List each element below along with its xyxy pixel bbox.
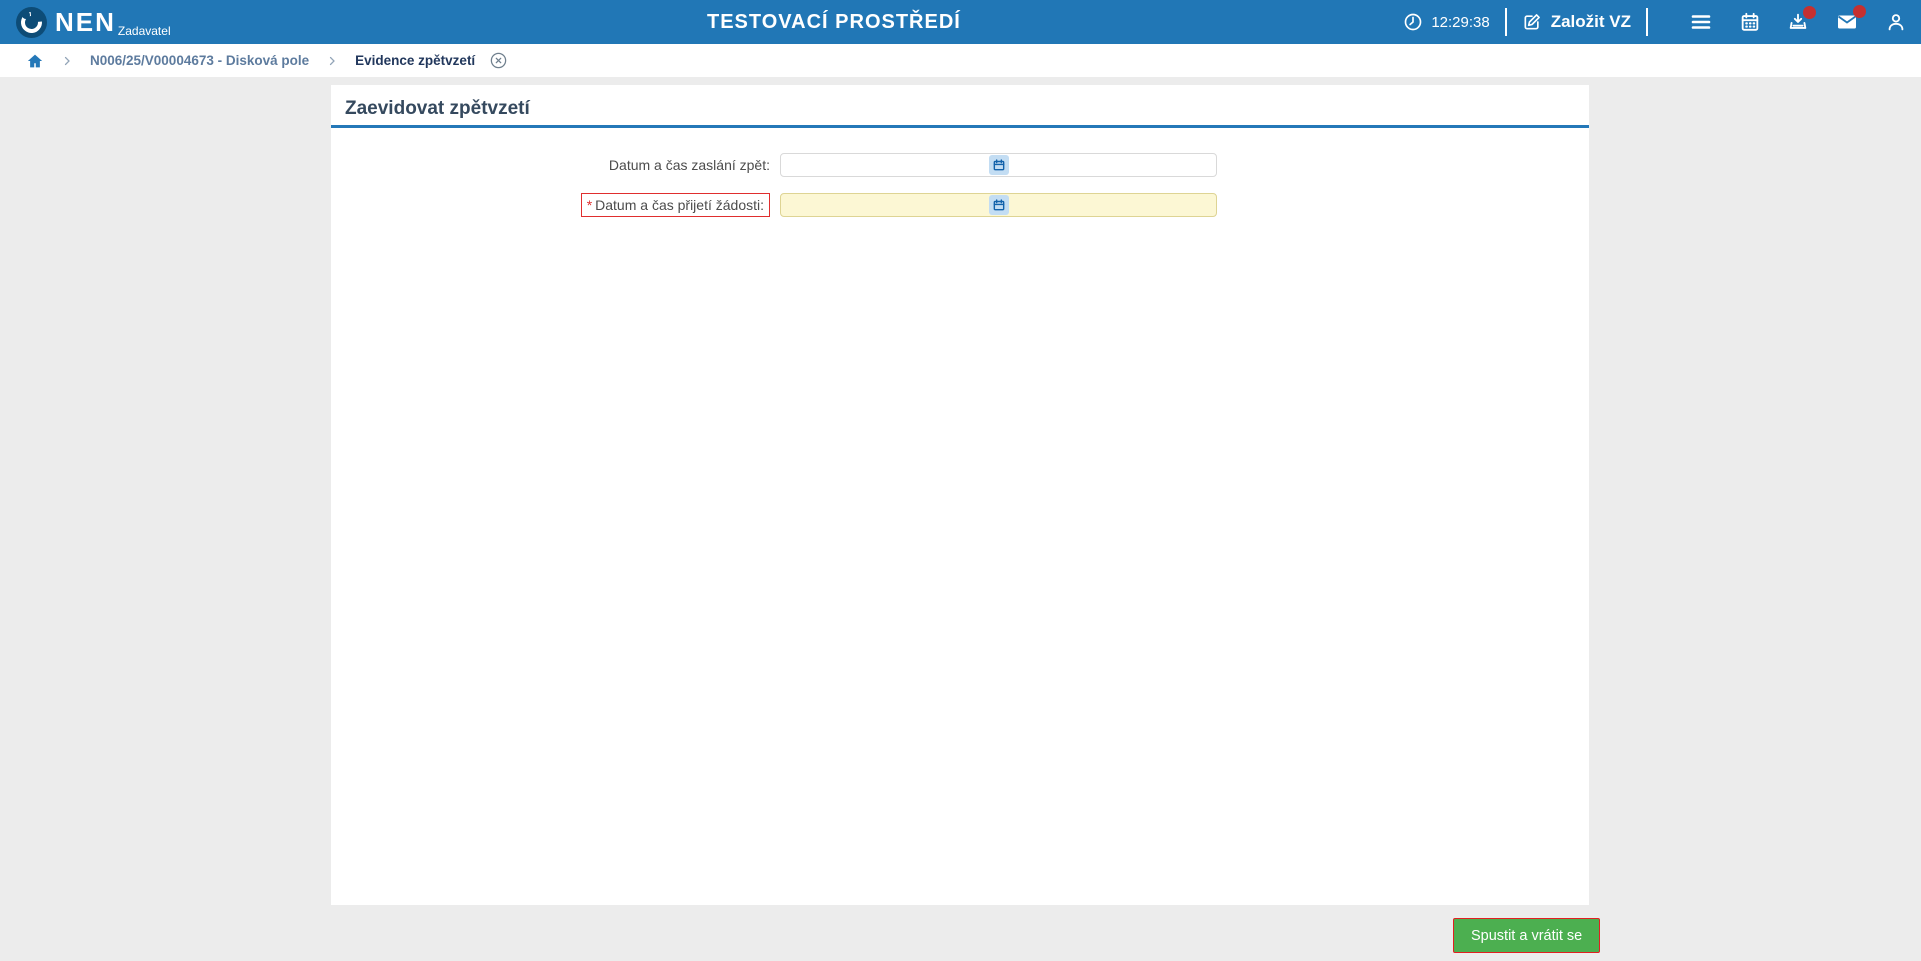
clock-icon — [1403, 12, 1423, 32]
page-title: Zaevidovat zpětvzetí — [345, 98, 530, 119]
brand-name: NEN — [55, 7, 116, 37]
form-row-zaslani: Datum a čas zaslání zpět: — [331, 153, 1217, 177]
required-marker: * — [586, 197, 593, 213]
notification-badge — [1803, 6, 1816, 19]
field-label-zaslani: Datum a čas zaslání zpět: — [608, 157, 770, 173]
run-and-return-button[interactable]: Spustit a vrátit se — [1453, 918, 1601, 953]
create-vz-label: Založit VZ — [1550, 12, 1631, 31]
session-clock: 12:29:38 — [1403, 12, 1490, 32]
downloads-button[interactable] — [1787, 6, 1816, 33]
menu-button[interactable] — [1689, 10, 1713, 34]
form-panel: Zaevidovat zpětvzetí Datum a čas zaslání… — [331, 85, 1589, 905]
breadcrumb-item-current: Evidence zpětvzetí — [355, 53, 476, 68]
notification-badge — [1853, 5, 1866, 18]
mail-button[interactable] — [1835, 5, 1866, 34]
heading-rule — [331, 125, 1589, 128]
chevron-right-icon — [326, 55, 338, 67]
close-tab-button[interactable] — [489, 51, 508, 70]
calendar-picker-button[interactable] — [988, 155, 1009, 175]
calendar-picker-button[interactable] — [988, 195, 1009, 215]
form-row-prijeti: * Datum a čas přijetí žádosti: — [331, 193, 1217, 217]
field-label-prijeti: Datum a čas přijetí žádosti: — [595, 197, 764, 213]
calendar-icon — [1739, 11, 1761, 33]
home-icon — [26, 52, 44, 70]
required-field-label-box: * Datum a čas přijetí žádosti: — [580, 193, 770, 217]
chevron-right-icon — [61, 55, 73, 67]
topbar: NEN Zadavatel TESTOVACÍ PROSTŘEDÍ 12:29:… — [0, 0, 1921, 44]
calendar-button[interactable] — [1739, 11, 1761, 33]
nen-logo[interactable]: NEN Zadavatel — [16, 0, 171, 44]
environment-title: TESTOVACÍ PROSTŘEDÍ — [707, 11, 961, 33]
nen-logo-icon — [16, 6, 47, 38]
brand-role-label: Zadavatel — [117, 24, 171, 38]
screen: NEN Zadavatel TESTOVACÍ PROSTŘEDÍ 12:29:… — [0, 0, 1921, 961]
topbar-controls: 12:29:38 Založit VZ — [1403, 0, 1907, 44]
menu-icon — [1689, 10, 1713, 34]
breadcrumb-item-vz[interactable]: N006/25/V00004673 - Disková pole — [90, 53, 309, 68]
calendar-picker-icon — [992, 198, 1006, 212]
edit-icon — [1522, 12, 1542, 32]
brand-text: NEN Zadavatel — [55, 7, 171, 38]
user-button[interactable] — [1885, 11, 1907, 33]
close-icon — [489, 51, 508, 70]
user-icon — [1885, 11, 1907, 33]
calendar-picker-icon — [992, 158, 1006, 172]
topbar-divider — [1646, 8, 1648, 36]
topbar-divider — [1504, 8, 1507, 36]
create-vz-button[interactable]: Založit VZ — [1522, 12, 1631, 32]
breadcrumb: N006/25/V00004673 - Disková pole Evidenc… — [0, 44, 1921, 77]
home-button[interactable] — [26, 52, 44, 70]
clock-time: 12:29:38 — [1431, 13, 1490, 31]
